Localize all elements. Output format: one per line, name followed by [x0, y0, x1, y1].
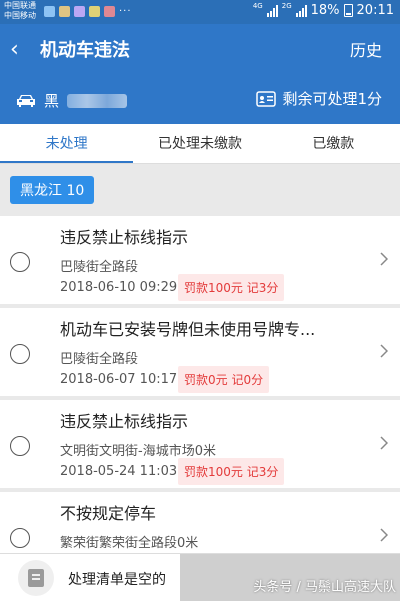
notification-icons: ···: [44, 6, 132, 17]
violation-time: 2018-06-10 09:29: [60, 280, 178, 295]
plate-number: 黑: [44, 92, 60, 110]
violation-list: 违反禁止标线指示 巴陵街全路段 2018-06-10 09:29 罚款100元 …: [0, 216, 400, 584]
status-bar: 中国联通 中国移动 ··· 4G 2G 18% 20:11: [0, 0, 400, 24]
select-radio[interactable]: [10, 252, 30, 272]
select-radio[interactable]: [10, 344, 30, 364]
notification-app-icon: [89, 6, 100, 17]
tab-paid[interactable]: 已缴款: [267, 124, 400, 163]
vehicle-selector[interactable]: 黑: [16, 90, 128, 111]
notification-app-icon: [104, 6, 115, 17]
violation-title: 不按规定停车: [60, 504, 157, 523]
violation-item[interactable]: 违反禁止标线指示 文明街文明街-海城市场0米 2018-05-24 11:03 …: [0, 400, 400, 492]
more-notifications-icon: ···: [119, 6, 132, 17]
empty-list-text: 处理清单是空的: [68, 572, 166, 588]
penalty-badge: 罚款100元 记3分: [178, 458, 285, 485]
tab-processed-unpaid[interactable]: 已处理未缴款: [133, 124, 266, 163]
violation-time: 2018-05-24 11:03: [60, 464, 178, 479]
violation-location: 巴陵街全路段: [60, 352, 139, 367]
carrier-names: 中国联通 中国移动: [4, 1, 36, 21]
signal-icon: [266, 4, 278, 17]
chevron-right-icon: [380, 252, 388, 266]
penalty-badge: 罚款100元 记3分: [178, 274, 285, 301]
network-type-1: 4G: [252, 2, 263, 10]
watermark: 头条号 / 马鬃山高速大队: [253, 580, 396, 595]
violation-title: 违反禁止标线指示: [60, 228, 189, 247]
clock: 20:11: [356, 3, 394, 18]
network-type-2: 2G: [281, 2, 292, 10]
chevron-right-icon: [380, 436, 388, 450]
carrier-2: 中国移动: [4, 11, 36, 20]
violation-location: 文明街文明街-海城市场0米: [60, 444, 216, 459]
select-radio[interactable]: [10, 436, 30, 456]
violation-title: 机动车已安装号牌但未使用号牌专...: [60, 320, 315, 339]
notification-app-icon: [59, 6, 70, 17]
list-icon[interactable]: [18, 560, 54, 596]
violation-time: 2018-06-07 10:17: [60, 372, 178, 387]
car-icon: [17, 95, 35, 107]
status-tabs: 未处理 已处理未缴款 已缴款: [0, 124, 400, 164]
select-radio[interactable]: [10, 528, 30, 548]
region-badge: 黑龙江 10: [10, 176, 95, 204]
violation-item[interactable]: 机动车已安装号牌但未使用号牌专... 巴陵街全路段 2018-06-07 10:…: [0, 308, 400, 400]
notification-app-icon: [44, 6, 55, 17]
page-title: 机动车违法: [40, 40, 130, 61]
tab-unprocessed[interactable]: 未处理: [0, 124, 134, 163]
chevron-right-icon: [380, 344, 388, 358]
carrier-1: 中国联通: [4, 1, 36, 10]
app-header: ‹ 机动车违法 历史 黑 剩余可处理1分: [0, 24, 400, 124]
points-quota: 剩余可处理1分: [256, 88, 382, 109]
bottom-bar: 处理清单是空的 头条号 / 马鬃山高速大队: [0, 553, 400, 601]
battery-icon: [343, 4, 353, 17]
penalty-badge: 罚款0元 记0分: [178, 366, 270, 393]
violation-location: 巴陵街全路段: [60, 260, 139, 275]
chevron-right-icon: [380, 528, 388, 542]
plate-blurred: [67, 93, 128, 108]
battery-percent: 18%: [310, 3, 340, 18]
violation-item[interactable]: 违反禁止标线指示 巴陵街全路段 2018-06-10 09:29 罚款100元 …: [0, 216, 400, 308]
back-arrow-icon[interactable]: ‹: [10, 37, 19, 62]
violation-title: 违反禁止标线指示: [60, 412, 189, 431]
violation-location: 繁荣街繁荣街全路段0米: [60, 536, 199, 551]
status-right: 4G 2G 18% 20:11: [252, 2, 394, 19]
id-card-icon: [256, 90, 277, 107]
quota-text: 剩余可处理1分: [282, 90, 382, 108]
notification-app-icon: [74, 6, 85, 17]
signal-icon: [295, 4, 307, 17]
history-button[interactable]: 历史: [350, 37, 382, 61]
